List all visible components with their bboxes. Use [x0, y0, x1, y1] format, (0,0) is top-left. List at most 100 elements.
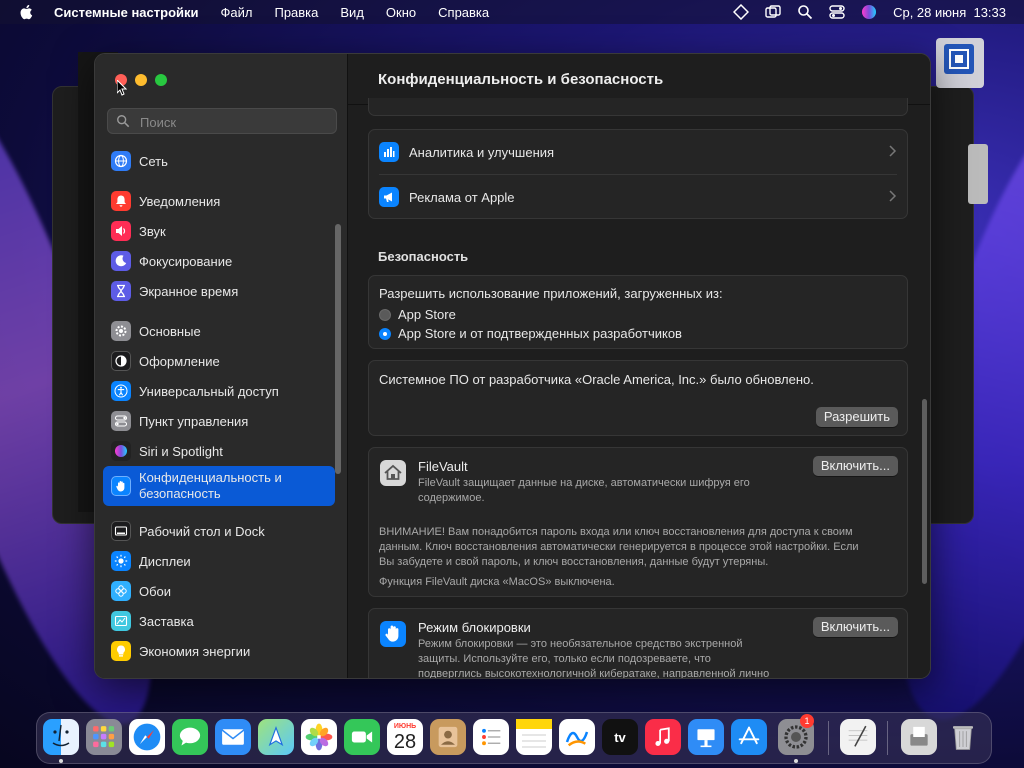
menu-edit[interactable]: Правка: [274, 5, 318, 20]
radio-app-store[interactable]: App Store: [379, 305, 897, 324]
apple-tv-label: tv: [614, 729, 626, 745]
row-apple-ads[interactable]: Реклама от Apple: [369, 175, 907, 219]
sidebar-item-label: Основные: [139, 323, 201, 339]
globe-icon: [111, 151, 131, 171]
sidebar-item-screen-time[interactable]: Экранное время: [103, 276, 335, 306]
sidebar-item-appearance[interactable]: Оформление: [103, 346, 335, 376]
sidebar-item-label: Заставка: [139, 613, 194, 629]
search-input[interactable]: [138, 112, 332, 132]
siri-icon: [111, 441, 131, 461]
accessibility-icon: [111, 381, 131, 401]
reminders-icon[interactable]: [473, 719, 509, 755]
siri-icon[interactable]: [861, 4, 877, 20]
filevault-desc-2: содержимое.: [418, 492, 485, 504]
contacts-icon[interactable]: [430, 719, 466, 755]
sidebar-item-accessibility[interactable]: Универсальный доступ: [103, 376, 335, 406]
photos-icon[interactable]: [301, 719, 337, 755]
sidebar-item-general[interactable]: Основные: [103, 316, 335, 346]
house-icon: [380, 460, 406, 486]
filevault-warning-2: данным. Ключ восстановления автоматическ…: [379, 541, 859, 553]
lockdown-enable-button[interactable]: Включить...: [812, 617, 898, 637]
search-icon[interactable]: [797, 4, 813, 20]
downloads-icon[interactable]: [901, 719, 937, 755]
trash-icon[interactable]: [945, 719, 981, 755]
allow-button[interactable]: Разрешить: [815, 407, 898, 427]
lockdown-desc-2: защиты. Используйте его, только если под…: [418, 653, 711, 665]
sidebar-item-label: Рабочий стол и Dock: [139, 523, 265, 539]
maps-icon[interactable]: [258, 719, 294, 755]
control-center-icon[interactable]: [829, 4, 845, 20]
sidebar-item-notifications[interactable]: Уведомления: [103, 186, 335, 216]
disk-drive-icon[interactable]: [932, 36, 988, 92]
menu-app-name[interactable]: Системные настройки: [54, 5, 199, 20]
keynote-icon[interactable]: [688, 719, 724, 755]
safari-icon[interactable]: [129, 719, 165, 755]
row-analytics[interactable]: Аналитика и улучшения: [369, 130, 907, 174]
radio-app-store-identified[interactable]: App Store и от подтвержденных разработчи…: [379, 324, 897, 343]
menu-help[interactable]: Справка: [438, 5, 489, 20]
menu-file[interactable]: Файл: [221, 5, 253, 20]
diamond-icon[interactable]: [733, 4, 750, 20]
windows-icon[interactable]: [765, 4, 781, 20]
partial-card: [368, 98, 908, 116]
disk-drive-icon-2[interactable]: [968, 144, 988, 204]
menu-window[interactable]: Окно: [386, 5, 416, 20]
apple-tv-icon[interactable]: tv: [602, 719, 638, 755]
sidebar-item-privacy-security[interactable]: Конфиденциальность и безопасность: [103, 466, 335, 506]
finder-icon[interactable]: [43, 719, 79, 755]
launchpad-icon[interactable]: [86, 719, 122, 755]
system-software-card: Системное ПО от разработчика «Oracle Ame…: [368, 360, 908, 436]
sidebar-item-control-center[interactable]: Пункт управления: [103, 406, 335, 436]
sidebar-item-desktop-dock[interactable]: Рабочий стол и Dock: [103, 516, 335, 546]
filevault-enable-button[interactable]: Включить...: [812, 456, 898, 476]
freeform-icon[interactable]: [559, 719, 595, 755]
sidebar-item-label: Экономия энергии: [139, 643, 251, 659]
sidebar-item-siri-spotlight[interactable]: Siri и Spotlight: [103, 436, 335, 466]
sidebar-search[interactable]: [107, 108, 337, 134]
control-center-icon: [111, 411, 131, 431]
sidebar-item-label: Фокусирование: [139, 253, 233, 269]
notes-icon[interactable]: [516, 719, 552, 755]
speaker-icon: [111, 221, 131, 241]
messages-icon[interactable]: [172, 719, 208, 755]
music-icon[interactable]: [645, 719, 681, 755]
megaphone-icon: [379, 187, 399, 207]
filevault-card: FileVault FileVault защищает данные на д…: [368, 447, 908, 597]
security-heading: Безопасность: [378, 249, 469, 264]
lockdown-card: Режим блокировки Режим блокировки — это …: [368, 608, 908, 679]
sidebar-item-sound[interactable]: Звук: [103, 216, 335, 246]
app-store-icon[interactable]: [731, 719, 767, 755]
content-scrollbar[interactable]: [922, 399, 927, 584]
radio-dot[interactable]: [379, 308, 391, 321]
sidebar-item-label: Пункт управления: [139, 413, 249, 429]
menubar-clock[interactable]: Ср, 28 июня 13:33: [893, 5, 1006, 20]
sidebar-scrollbar[interactable]: [335, 224, 341, 474]
sidebar-item-energy-saver[interactable]: Экономия энергии: [103, 636, 335, 666]
sidebar-item-displays[interactable]: Дисплеи: [103, 546, 335, 576]
system-settings-window: Сеть Уведомления Звук Фокусирование Экра…: [94, 53, 931, 679]
menu-view[interactable]: Вид: [340, 5, 364, 20]
radio-label: App Store и от подтвержденных разработчи…: [398, 326, 682, 341]
apple-logo-icon[interactable]: [18, 3, 36, 21]
mail-icon[interactable]: [215, 719, 251, 755]
sidebar-item-network[interactable]: Сеть: [103, 146, 335, 176]
textedit-icon[interactable]: [840, 719, 876, 755]
screensaver-icon: [111, 611, 131, 631]
flower-icon: [111, 581, 131, 601]
calendar-icon[interactable]: ИЮНЬ 28: [387, 719, 423, 755]
lockdown-desc-3: подверглись высокотехнологичной киберата…: [418, 668, 770, 679]
radio-label: App Store: [398, 307, 456, 322]
zoom-button[interactable]: [155, 74, 167, 86]
filevault-status: Функция FileVault диска «MacOS» выключен…: [379, 576, 615, 588]
filevault-warning-1: ВНИМАНИЕ! Вам понадобится пароль входа и…: [379, 526, 853, 538]
facetime-icon[interactable]: [344, 719, 380, 755]
minimize-button[interactable]: [135, 74, 147, 86]
radio-dot-selected[interactable]: [379, 327, 391, 340]
sidebar-item-screensaver[interactable]: Заставка: [103, 606, 335, 636]
sidebar-item-focus[interactable]: Фокусирование: [103, 246, 335, 276]
mouse-cursor-icon: [117, 80, 127, 96]
chevron-right-icon: [889, 145, 897, 157]
sidebar-item-wallpaper[interactable]: Обои: [103, 576, 335, 606]
sidebar-item-label: Уведомления: [139, 193, 221, 209]
sidebar-item-label: Конфиденциальность и безопасность: [139, 470, 282, 501]
